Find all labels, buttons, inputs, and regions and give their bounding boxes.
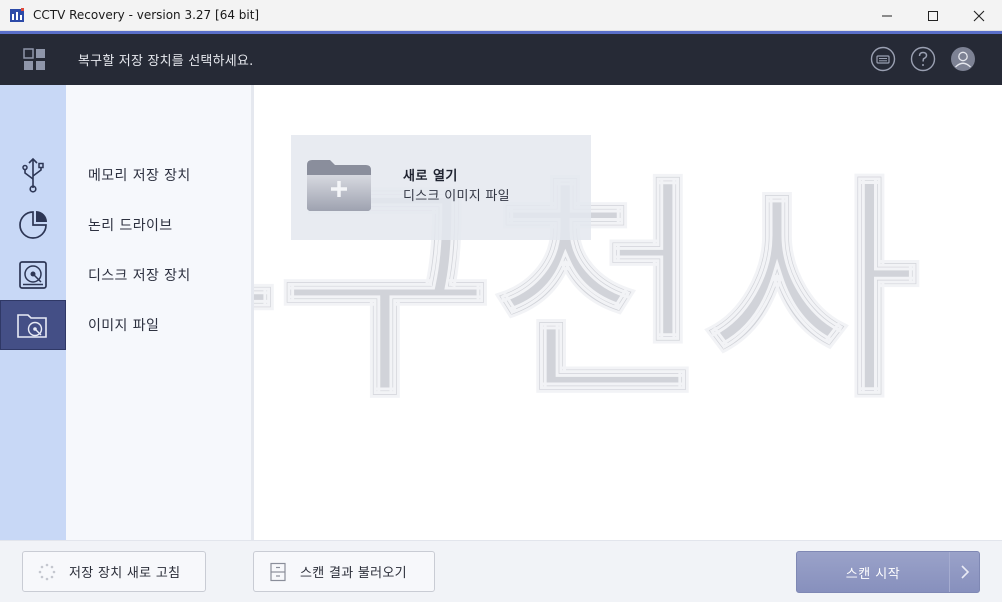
rail-item-image-file[interactable] [0,300,66,350]
window-controls [864,0,1002,31]
folder-add-icon [307,160,371,211]
load-scan-results-label: 스캔 결과 불러오기 [300,566,407,581]
category-logical-drive[interactable]: 논리 드라이브 [88,215,173,235]
category-disk-storage[interactable]: 디스크 저장 장치 [88,265,191,285]
start-scan-button[interactable]: 스캔 시작 [796,551,980,593]
rail-item-memory[interactable] [0,150,66,200]
user-icon [951,47,975,71]
user-account-button[interactable] [950,46,976,72]
main-content: 복구천사 새로 열기 디스크 이미지 파일 [254,85,1002,540]
usb-icon [22,157,44,193]
image-file-icon [17,314,47,338]
minimize-button[interactable] [864,0,910,31]
help-icon [910,46,936,72]
refresh-devices-button[interactable]: 저장 장치 새로 고침 [22,551,206,592]
category-panel: 메모리 저장 장치 논리 드라이브 디스크 저장 장치 이미지 파일 [66,85,254,540]
minimize-icon [882,15,892,16]
disk-icon [19,261,47,289]
open-card-subtitle: 디스크 이미지 파일 [403,189,510,204]
title-bar: CCTV Recovery - version 3.27 [64 bit] [0,0,1002,31]
device-type-rail [0,85,66,540]
maximize-icon [928,10,938,21]
rail-item-disk[interactable] [0,250,66,300]
rail-item-logical-drive[interactable] [0,200,66,250]
header-bar: 복구할 저장 장치를 선택하세요. [0,34,1002,85]
header-message: 복구할 저장 장치를 선택하세요. [78,54,254,69]
open-image-card[interactable]: 새로 열기 디스크 이미지 파일 [291,135,591,240]
maximize-button[interactable] [910,0,956,31]
category-image-file[interactable]: 이미지 파일 [88,315,159,335]
help-button[interactable] [910,46,936,72]
refresh-devices-label: 저장 장치 새로 고침 [69,566,181,581]
close-icon [973,10,985,21]
header-icons [870,46,976,72]
keyboard-icon [870,46,896,72]
footer-bar: 저장 장치 새로 고침 스캔 결과 불러오기 스캔 시작 [0,540,1002,602]
start-scan-label: 스캔 시작 [845,566,901,582]
keyboard-button[interactable] [870,46,896,72]
category-memory-storage[interactable]: 메모리 저장 장치 [88,165,191,185]
app-logo-icon [10,8,24,22]
open-card-title: 새로 열기 [403,169,458,184]
close-button[interactable] [956,0,1002,31]
dashboard-grid-icon[interactable] [23,47,47,72]
chevron-right-icon [949,552,979,592]
loading-spinner-icon [37,562,57,582]
window-title: CCTV Recovery - version 3.27 [64 bit] [33,8,260,22]
load-scan-results-button[interactable]: 스캔 결과 불러오기 [253,551,435,592]
cabinet-icon [268,562,288,582]
partition-icon [19,211,47,239]
